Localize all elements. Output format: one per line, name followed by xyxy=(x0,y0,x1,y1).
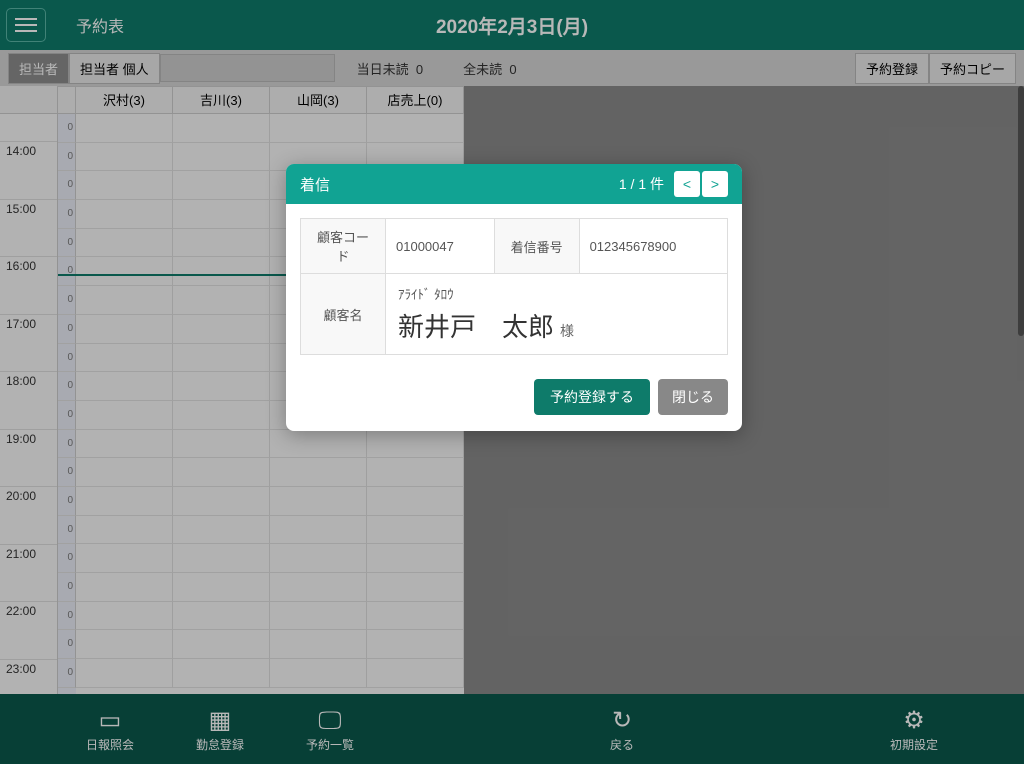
pager-text: 1 / 1 件 xyxy=(619,174,664,194)
caller-info-table: 顧客コード 01000047 着信番号 012345678900 顧客名 ｱﾗｲ… xyxy=(300,218,728,355)
customer-name: 新井戸 太郎様 xyxy=(398,307,715,344)
modal-header: 着信 1 / 1 件 < > xyxy=(286,164,742,204)
customer-name-label: 顧客名 xyxy=(301,274,386,355)
incoming-call-modal: 着信 1 / 1 件 < > 顧客コード 01000047 着信番号 01234… xyxy=(286,164,742,431)
customer-code-label: 顧客コード xyxy=(301,219,386,274)
modal-footer: 予約登録する 閉じる xyxy=(286,369,742,431)
customer-code-value: 01000047 xyxy=(386,219,495,274)
modal-title: 着信 xyxy=(300,174,619,195)
next-button[interactable]: > xyxy=(702,171,728,197)
prev-button[interactable]: < xyxy=(674,171,700,197)
customer-name-cell: ｱﾗｲﾄﾞ ﾀﾛｳ 新井戸 太郎様 xyxy=(386,274,728,355)
caller-number-value: 012345678900 xyxy=(579,219,727,274)
customer-kana: ｱﾗｲﾄﾞ ﾀﾛｳ xyxy=(398,284,715,303)
caller-number-label: 着信番号 xyxy=(494,219,579,274)
register-reservation-button[interactable]: 予約登録する xyxy=(534,379,650,415)
close-button[interactable]: 閉じる xyxy=(658,379,728,415)
